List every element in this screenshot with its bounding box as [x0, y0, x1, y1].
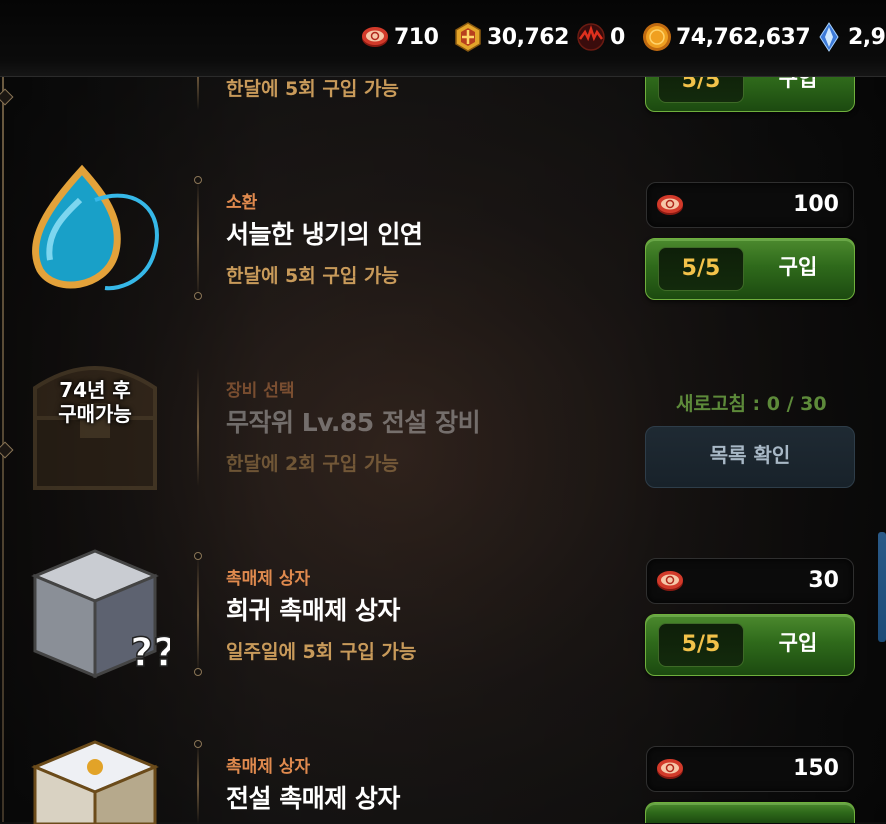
blue-amulet-icon [32, 164, 159, 291]
cooldown-label: 74년 후 구매가능 [58, 378, 132, 426]
red-ring-ticket-icon [657, 571, 683, 591]
item-category: 장비 선택 [226, 381, 295, 401]
price-value: 150 [793, 756, 839, 781]
buy-label: 구입 [778, 631, 818, 655]
separator-dot [194, 740, 202, 748]
price-box: 100 [646, 182, 854, 228]
left-rail [0, 76, 14, 822]
separator-dot [194, 552, 202, 560]
currency-gold-emblem[interactable]: 30,762 [453, 20, 569, 54]
currency-bar: 710 30,762 0 74,762,637 2,94 [0, 0, 886, 77]
red-ring-ticket-icon [362, 27, 388, 47]
item-name: 서늘한 냉기의 인연 [226, 220, 423, 249]
currency-gold-coin[interactable]: 74,762,637 [642, 20, 811, 54]
blood-crystal-icon [577, 23, 605, 51]
gold-catalyst-box-icon [31, 740, 159, 824]
view-list-button[interactable]: 목록 확인 [645, 426, 855, 488]
buy-button[interactable]: 5/5 구입 [645, 614, 855, 676]
price-box: 30 [646, 558, 854, 604]
blue-gem-icon [819, 22, 839, 52]
item-name: 무작위 Lv.85 전설 장비 [226, 408, 481, 437]
purchase-count: 5/5 [658, 623, 744, 667]
buy-button[interactable]: 5/5 구입 [645, 238, 855, 300]
red-ring-ticket-icon [657, 759, 683, 779]
row-separator [197, 368, 199, 486]
silver-catalyst-box-icon: ?? [31, 549, 170, 679]
currency-blue-gem[interactable]: 2,94 [814, 20, 886, 54]
purchase-count: 5/5 [658, 247, 744, 291]
row-separator [197, 180, 199, 298]
item-name: 전설 촉매제 상자 [226, 784, 400, 813]
currency-red-ring[interactable]: 710 [360, 20, 439, 54]
item-category: 촉매제 상자 [226, 569, 311, 589]
purchase-limit: 한달에 2회 구입 가능 [226, 453, 399, 475]
separator-dot [194, 176, 202, 184]
separator-dot [194, 668, 202, 676]
row-separator [197, 556, 199, 674]
row-separator [197, 744, 199, 824]
price-value: 30 [808, 568, 839, 593]
purchase-limit: 일주일에 5회 구입 가능 [226, 641, 417, 663]
buy-label: 구입 [778, 255, 818, 279]
purchase-limit: 한달에 5회 구입 가능 [226, 265, 399, 287]
refresh-counter: 새로고침 : 0 / 30 [676, 393, 827, 415]
price-value: 100 [793, 192, 839, 217]
currency-blood-crystal[interactable]: 0 [576, 20, 625, 54]
separator-dot [194, 292, 202, 300]
price-box: 150 [646, 746, 854, 792]
item-name: 희귀 촉매제 상자 [226, 596, 400, 625]
scrollbar-thumb[interactable] [878, 532, 886, 642]
item-category: 소환 [226, 193, 258, 213]
gold-coin-icon [643, 23, 671, 51]
item-category: 촉매제 상자 [226, 757, 311, 777]
red-ring-ticket-icon [657, 195, 683, 215]
gold-emblem-icon [455, 22, 481, 52]
svg-text:??: ?? [130, 630, 170, 676]
buy-button[interactable] [645, 802, 855, 823]
